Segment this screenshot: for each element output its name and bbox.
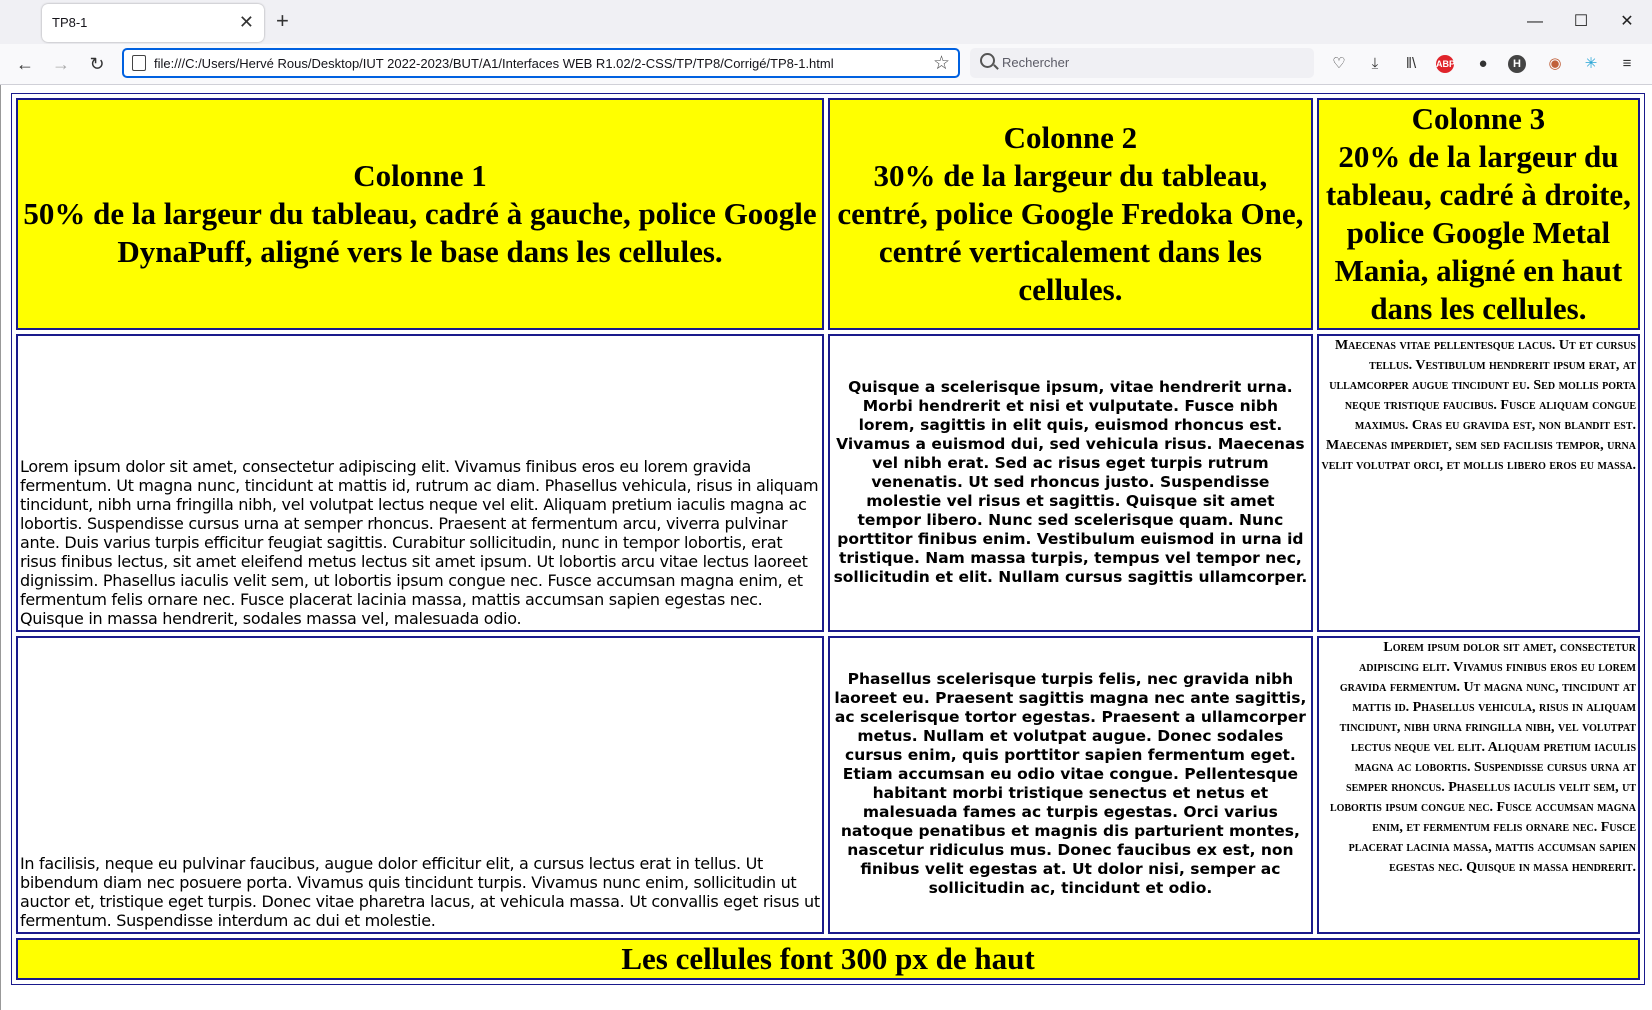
bookmark-star-icon[interactable]: ☆ bbox=[933, 52, 950, 75]
page-content: Colonne 1 50% de la largeur du tableau, … bbox=[0, 85, 1652, 1010]
h-extension-icon[interactable]: H bbox=[1508, 55, 1526, 73]
minimize-icon[interactable]: — bbox=[1512, 10, 1558, 34]
menu-icon[interactable]: ≡ bbox=[1616, 53, 1638, 75]
search-bar[interactable]: Rechercher bbox=[970, 48, 1314, 78]
table-footer: Les cellules font 300 px de haut bbox=[16, 938, 1640, 980]
header-col-3-title: Colonne 3 bbox=[1411, 101, 1546, 136]
table-row: In facilisis, neque eu pulvinar faucibus… bbox=[16, 636, 1640, 934]
cell-r2-c1: In facilisis, neque eu pulvinar faucibus… bbox=[16, 636, 824, 934]
library-icon[interactable]: ‖\ bbox=[1400, 53, 1422, 75]
cell-text: Quisque a scelerisque ipsum, vitae hendr… bbox=[833, 377, 1308, 586]
header-col-2: Colonne 2 30% de la largeur du tableau, … bbox=[828, 98, 1313, 330]
nav-bar: ← → ↻ file:///C:/Users/Hervé Rous/Deskto… bbox=[0, 44, 1652, 85]
reload-icon[interactable]: ↻ bbox=[84, 52, 110, 76]
header-row: Colonne 1 50% de la largeur du tableau, … bbox=[16, 98, 1640, 330]
footer-row: Les cellules font 300 px de haut bbox=[16, 938, 1640, 980]
header-col-3-desc: 20% de la largeur du tableau, cadré à dr… bbox=[1325, 139, 1631, 326]
download-icon[interactable]: ⤓ bbox=[1364, 53, 1386, 75]
page-icon bbox=[132, 55, 146, 71]
pocket-icon[interactable]: ♡ bbox=[1328, 53, 1350, 75]
cell-r1-c2: Quisque a scelerisque ipsum, vitae hendr… bbox=[828, 334, 1313, 632]
extension-icon[interactable]: ● bbox=[1472, 53, 1494, 75]
url-text[interactable]: file:///C:/Users/Hervé Rous/Desktop/IUT … bbox=[154, 56, 834, 71]
cell-text: Lorem ipsum dolor sit amet, consectetur … bbox=[20, 457, 819, 628]
layout-table: Colonne 1 50% de la largeur du tableau, … bbox=[11, 93, 1645, 985]
cell-r1-c3: Maecenas vitae pellentesque lacus. Ut et… bbox=[1316, 334, 1640, 632]
header-col-3: Colonne 3 20% de la largeur du tableau, … bbox=[1316, 98, 1640, 330]
cell-text: Lorem ipsum dolor sit amet, consectetur … bbox=[1329, 640, 1636, 875]
cell-text: In facilisis, neque eu pulvinar faucibus… bbox=[20, 854, 820, 930]
header-col-2-desc: 30% de la largeur du tableau, centré, po… bbox=[837, 158, 1304, 307]
url-bar[interactable]: file:///C:/Users/Hervé Rous/Desktop/IUT … bbox=[122, 48, 960, 78]
tab-strip: TP8-1 ✕ + — ☐ ✕ bbox=[0, 0, 1652, 44]
header-col-1-title: Colonne 1 bbox=[353, 158, 487, 193]
cell-text: Maecenas vitae pellentesque lacus. Ut et… bbox=[1321, 338, 1637, 473]
cell-r2-c3: Lorem ipsum dolor sit amet, consectetur … bbox=[1316, 636, 1640, 934]
back-icon[interactable]: ← bbox=[12, 52, 38, 76]
cell-text: Phasellus scelerisque turpis felis, nec … bbox=[834, 670, 1307, 897]
cell-r2-c2: Phasellus scelerisque turpis felis, nec … bbox=[828, 636, 1313, 934]
cookie-icon[interactable]: ◉ bbox=[1544, 53, 1566, 75]
adblock-icon[interactable]: ABP bbox=[1436, 55, 1455, 73]
table-row: Lorem ipsum dolor sit amet, consectetur … bbox=[16, 334, 1640, 632]
search-icon bbox=[980, 53, 995, 68]
header-col-1-desc: 50% de la largeur du tableau, cadré à ga… bbox=[23, 196, 817, 269]
tab-tp8-1[interactable]: TP8-1 ✕ bbox=[42, 4, 264, 42]
forward-icon[interactable]: → bbox=[48, 52, 74, 76]
new-tab-icon[interactable]: + bbox=[276, 8, 289, 34]
close-window-icon[interactable]: ✕ bbox=[1604, 10, 1650, 34]
header-col-1: Colonne 1 50% de la largeur du tableau, … bbox=[16, 98, 824, 330]
close-icon[interactable]: ✕ bbox=[239, 11, 254, 33]
header-col-2-title: Colonne 2 bbox=[1003, 120, 1138, 155]
cell-r1-c1: Lorem ipsum dolor sit amet, consectetur … bbox=[16, 334, 824, 632]
search-input[interactable]: Rechercher bbox=[1002, 55, 1069, 70]
tab-title: TP8-1 bbox=[52, 15, 88, 30]
maximize-icon[interactable]: ☐ bbox=[1558, 10, 1604, 34]
sync-icon[interactable]: ✳ bbox=[1580, 53, 1602, 75]
